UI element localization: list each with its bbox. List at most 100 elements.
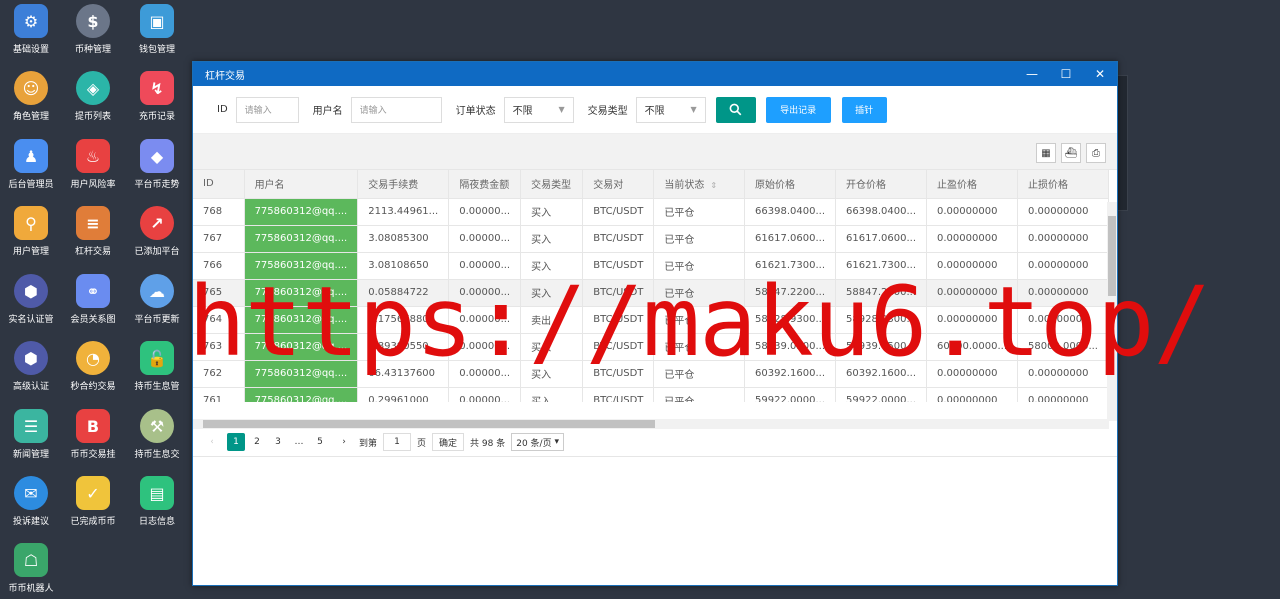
desktop-icon-check-box[interactable]: ✓ 已完成币币 <box>61 476 125 527</box>
next-page-button[interactable]: › <box>335 433 353 451</box>
table-cell: 0.00000000 <box>1017 252 1109 280</box>
desktop-icon-network[interactable]: ⚭ 会员关系图 <box>61 274 125 325</box>
page-ellipsis: … <box>294 437 304 447</box>
table-row[interactable]: 766 775860312@qq.... 3.08108650 0.00000... 买… <box>193 252 1109 280</box>
table-cell: 0.00000000 <box>1017 279 1109 307</box>
admin-icon: ♟ <box>14 139 48 173</box>
desktop-icon-mail[interactable]: ✉ 投诉建议 <box>0 476 63 527</box>
print-icon[interactable]: ⎙ <box>1086 143 1106 163</box>
pager-divider <box>193 456 1117 457</box>
desktop-icon-label: 会员关系图 <box>70 315 116 325</box>
table-cell: 买入 <box>520 387 584 402</box>
table-row[interactable]: 768 775860312@qq.... 2113.44961... 0.00000.… <box>193 198 1109 226</box>
table-row[interactable]: 762 775860312@qq.... 66.43137600 0.00000...… <box>193 360 1109 388</box>
desktop-icon-label: 已完成币币 <box>70 517 116 527</box>
export-records-button[interactable]: 导出记录 <box>765 96 831 123</box>
desktop-icon-cloud-refresh[interactable]: ☁ 平台币更新 <box>125 274 189 325</box>
table-cell: 已平仓 <box>653 279 746 307</box>
prev-page-button[interactable]: ‹ <box>203 433 221 451</box>
table-cell: BTC/USDT <box>582 360 655 388</box>
withdraw-icon: ◈ <box>76 71 110 105</box>
column-header[interactable]: 隔夜费金额 <box>448 170 522 199</box>
table-cell: 0.05884722 <box>357 279 450 307</box>
column-header[interactable]: 开仓价格 <box>835 170 928 199</box>
desktop-icon-label: 杠杆交易 <box>74 247 111 257</box>
column-header[interactable]: 止损价格 <box>1017 170 1109 199</box>
table-row[interactable]: 765 775860312@qq.... 0.05884722 0.00000... 买… <box>193 279 1109 307</box>
column-header[interactable]: 交易类型 <box>520 170 584 199</box>
maximize-icon[interactable]: ☐ <box>1049 67 1083 81</box>
table-cell: 0.00000000 <box>1017 360 1109 388</box>
desktop-icon-label: 持币生息管 <box>134 382 180 392</box>
desktop-icon-stack[interactable]: ≡ 杠杆交易 <box>61 206 125 257</box>
desktop-icon-dollar[interactable]: $ 币种管理 <box>61 4 125 55</box>
page-number[interactable]: 1 <box>227 433 245 451</box>
columns-filter-icon[interactable]: ▦ <box>1036 143 1056 163</box>
page-number[interactable]: 5 <box>311 433 329 451</box>
desktop-icon-admin[interactable]: ♟ 后台管理员 <box>0 139 63 190</box>
table-cell: 60392.1600... <box>835 360 928 388</box>
search-button[interactable] <box>715 96 756 123</box>
vertical-scrollbar[interactable] <box>1107 202 1117 421</box>
trade-type-select[interactable]: 不限 ▼ <box>635 96 706 123</box>
desktop-icon-label: 充币记录 <box>138 112 175 122</box>
username-input[interactable]: 请输入 <box>350 96 442 123</box>
minimize-icon[interactable]: — <box>1015 67 1049 81</box>
desktop-icon-label: 平台币走势 <box>134 180 180 190</box>
page-number[interactable]: 3 <box>269 433 287 451</box>
table-row[interactable]: 761775860312@qq....0.299610000.00000...买… <box>193 387 1109 402</box>
dollar-icon: $ <box>76 4 110 38</box>
column-header[interactable]: 用户名 <box>244 170 359 199</box>
goto-page-input[interactable]: 1 <box>383 433 412 451</box>
page-size-select[interactable]: 20 条/页 ▾ <box>511 433 564 451</box>
desktop-icon-robot[interactable]: ☖ 币币机器人 <box>0 543 63 594</box>
desktop-icon-bitcoin[interactable]: B 币币交易挂 <box>61 409 125 460</box>
desktop-icon-wallet[interactable]: ▣ 钱包管理 <box>125 4 189 55</box>
table-cell: 766 <box>193 252 245 280</box>
column-header[interactable]: ID <box>193 170 245 199</box>
close-icon[interactable]: ✕ <box>1083 67 1117 81</box>
desktop-icon-id-verify[interactable]: ⬢ 实名认证管 <box>0 274 63 325</box>
bitcoin-icon: B <box>76 409 110 443</box>
export-icon[interactable]: ⛴ <box>1061 143 1081 163</box>
desktop-icon-alarm[interactable]: ♨ 用户风险率 <box>61 139 125 190</box>
desktop-icon-gear[interactable]: ⚙ 基础设置 <box>0 4 63 55</box>
desktop-icon-label: 币币机器人 <box>8 584 54 594</box>
table-cell: 0.29961000 <box>357 387 450 402</box>
desktop-icon-layers[interactable]: ◆ 平台币走势 <box>125 139 189 190</box>
window-titlebar[interactable]: 杠杆交易 — ☐ ✕ <box>193 62 1117 86</box>
table-cell: 买入 <box>520 252 584 280</box>
column-header[interactable]: 当前状态 ⇕ <box>653 170 746 199</box>
goto-confirm-button[interactable]: 确定 <box>432 433 465 451</box>
desktop-icon-withdraw[interactable]: ◈ 提币列表 <box>61 71 125 122</box>
stats-button[interactable]: 插针 <box>841 96 887 123</box>
table-cell: 60392.1600... <box>744 360 837 388</box>
desktop-icon-news[interactable]: ☰ 新闻管理 <box>0 409 63 460</box>
desktop-icon-hammer[interactable]: ⚒ 持币生息交 <box>125 409 189 460</box>
order-status-select[interactable]: 不限 ▼ <box>503 96 574 123</box>
desktop-icon-timer[interactable]: ◔ 秒合约交易 <box>61 341 125 392</box>
table-cell: 0.00000... <box>448 306 522 334</box>
table-row[interactable]: 767 775860312@qq.... 3.08085300 0.00000... 买… <box>193 225 1109 253</box>
horizontal-scrollbar[interactable] <box>193 419 1109 429</box>
table-row[interactable]: 764 775860312@qq.... 1.17567880 0.00000... 卖… <box>193 306 1109 334</box>
desktop-icon-role[interactable]: ☺ 角色管理 <box>0 71 63 122</box>
column-header[interactable]: 交易手续费 <box>357 170 450 199</box>
column-header[interactable]: 止盈价格 <box>926 170 1018 199</box>
column-header[interactable]: 原始价格 <box>744 170 837 199</box>
page-number[interactable]: 2 <box>248 433 266 451</box>
column-header[interactable]: 交易对 <box>582 170 655 199</box>
id-input[interactable]: 请输入 <box>235 96 299 123</box>
desktop-icon-user-search[interactable]: ⚲ 用户管理 <box>0 206 63 257</box>
table-cell: 1.17567880 <box>357 306 450 334</box>
desktop-icon-label: 后台管理员 <box>8 180 54 190</box>
table-row[interactable]: 763 775860312@qq.... 5.89390550 0.00000... 买… <box>193 333 1109 361</box>
desktop-icon-lock[interactable]: 🔓 持币生息管 <box>125 341 189 392</box>
sort-icon[interactable]: ⇕ <box>710 181 717 190</box>
desktop-icon-trend[interactable]: ↗ 已添加平台 <box>125 206 189 257</box>
desktop-icon-advanced-verify[interactable]: ⬢ 高级认证 <box>0 341 63 392</box>
desktop-icon-chart-down[interactable]: ↯ 充币记录 <box>125 71 189 122</box>
order-status-value: 不限 <box>512 106 533 117</box>
table-cell: 0.00000... <box>448 360 522 388</box>
desktop-icon-log[interactable]: ▤ 日志信息 <box>125 476 189 527</box>
